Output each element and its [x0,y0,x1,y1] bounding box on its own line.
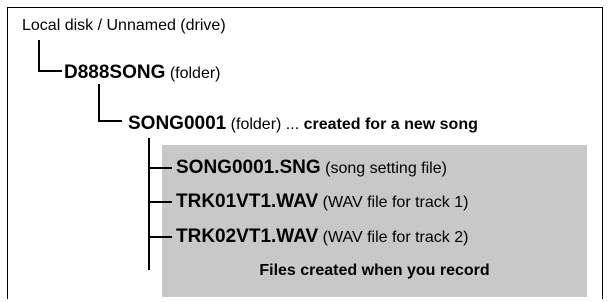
file-name: SONG0001.SNG [176,157,321,178]
song-root-folder-item: D888SONG (folder) [64,63,221,82]
connector-files-vertical [148,138,150,270]
root-drive-label: Local disk / Unnamed (drive) [22,18,226,34]
song-folder-name: SONG0001 [128,113,227,134]
song-folder-desc: (folder) ... [226,116,304,133]
file-item: SONG0001.SNG (song setting file) [176,158,447,177]
connector-file-2-horizontal [148,201,172,203]
connector-root-vertical [38,40,40,71]
file-item: TRK02VT1.WAV (WAV file for track 2) [176,227,468,246]
folder-structure-diagram: Local disk / Unnamed (drive) D888SONG (f… [0,0,614,302]
file-desc: (WAV file for track 1) [318,194,469,211]
file-desc: (song setting file) [320,160,447,177]
connector-file-3-horizontal [148,236,172,238]
song-root-folder-name: D888SONG [64,62,166,83]
file-item: TRK01VT1.WAV (WAV file for track 1) [176,192,468,211]
connector-songroot-vertical [98,84,100,121]
recorded-files-caption: Files created when you record [259,262,490,279]
connector-root-horizontal [38,70,62,72]
song-folder-item: SONG0001 (folder) ... created for a new … [128,114,478,133]
connector-songroot-horizontal [98,120,122,122]
file-desc: (WAV file for track 2) [318,229,469,246]
root-drive-text: Local disk / Unnamed (drive) [22,17,226,34]
file-name: TRK02VT1.WAV [176,226,319,247]
song-root-folder-desc: (folder) [165,65,221,82]
song-folder-note: created for a new song [303,116,478,133]
file-name: TRK01VT1.WAV [176,191,319,212]
connector-file-1-horizontal [148,167,172,169]
